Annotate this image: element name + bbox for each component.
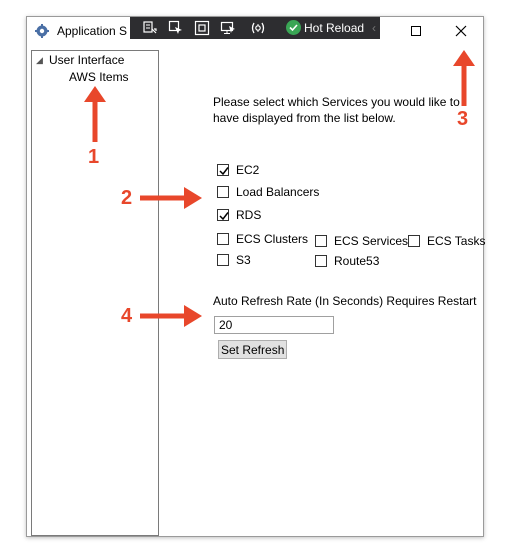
go-to-live-visual-tree-icon[interactable] [142,20,158,36]
callout-arrow-right-2 [140,187,202,209]
close-icon[interactable] [453,23,469,39]
checkbox-label: ECS Tasks [427,234,486,248]
select-element-icon[interactable] [168,20,184,36]
checkbox-ecs-services[interactable]: ECS Services [315,233,408,249]
checkbox-ecs-tasks[interactable]: ECS Tasks [408,233,485,249]
refresh-rate-label: Auto Refresh Rate (In Seconds) Requires … [213,294,477,308]
callout-number-1: 1 [88,146,100,168]
tree-expand-arrow-icon[interactable]: ◢ [36,55,43,66]
binding-failures-icon[interactable] [250,20,266,36]
checkbox-rds[interactable]: RDS [217,207,261,223]
checkbox-box[interactable] [408,235,420,247]
maximize-icon[interactable] [408,23,424,39]
refresh-rate-input[interactable] [214,316,334,334]
checkbox-label: ECS Clusters [236,232,309,246]
checkbox-label: Route53 [334,254,380,268]
hot-reload-check-icon[interactable] [286,20,301,35]
instruction-text: Please select which Services you would l… [213,95,460,125]
callout-arrow-right-4 [140,305,202,327]
checkbox-load-balancers[interactable]: Load Balancers [217,184,319,200]
gear-cloud-icon [35,24,49,38]
title-bar[interactable]: Application S Hot Reload ‹ [27,17,483,45]
settings-panel: Please select which Services you would l… [159,50,485,538]
checkbox-box[interactable] [315,235,327,247]
track-focus-icon[interactable] [220,20,236,36]
checkbox-label: ECS Services [334,234,409,248]
set-refresh-button[interactable]: Set Refresh [218,340,288,359]
checkbox-box[interactable] [217,209,229,221]
checkbox-route53[interactable]: Route53 [315,253,379,269]
checkbox-ecs-clusters[interactable]: ECS Clusters [217,231,308,247]
checkbox-label: EC2 [236,163,260,177]
xaml-runtime-toolbar: Hot Reload ‹ [130,17,380,39]
callout-number-4: 4 [121,305,133,327]
callout-arrow-up-3 [453,50,475,106]
callout-arrow-up-1 [84,86,106,142]
checkbox-box[interactable] [217,254,229,266]
callout-number-3: 3 [457,108,469,130]
checkbox-label: RDS [236,208,262,222]
callout-number-2: 2 [121,187,133,209]
checkbox-box[interactable] [315,255,327,267]
collapse-chevron-icon[interactable]: ‹ [372,21,376,35]
tree-item-user-interface[interactable]: User Interface [49,53,124,67]
checkbox-ec2[interactable]: EC2 [217,162,259,178]
checkbox-label: Load Balancers [236,185,320,199]
checkbox-label: S3 [236,253,251,267]
display-layout-adorners-icon[interactable] [194,20,210,36]
checkbox-box[interactable] [217,186,229,198]
checkbox-s3[interactable]: S3 [217,252,251,268]
tree-item-aws-items[interactable]: AWS Items [69,70,129,84]
checkbox-box[interactable] [217,233,229,245]
checkbox-box[interactable] [217,164,229,176]
hot-reload-button[interactable]: Hot Reload [304,21,364,35]
